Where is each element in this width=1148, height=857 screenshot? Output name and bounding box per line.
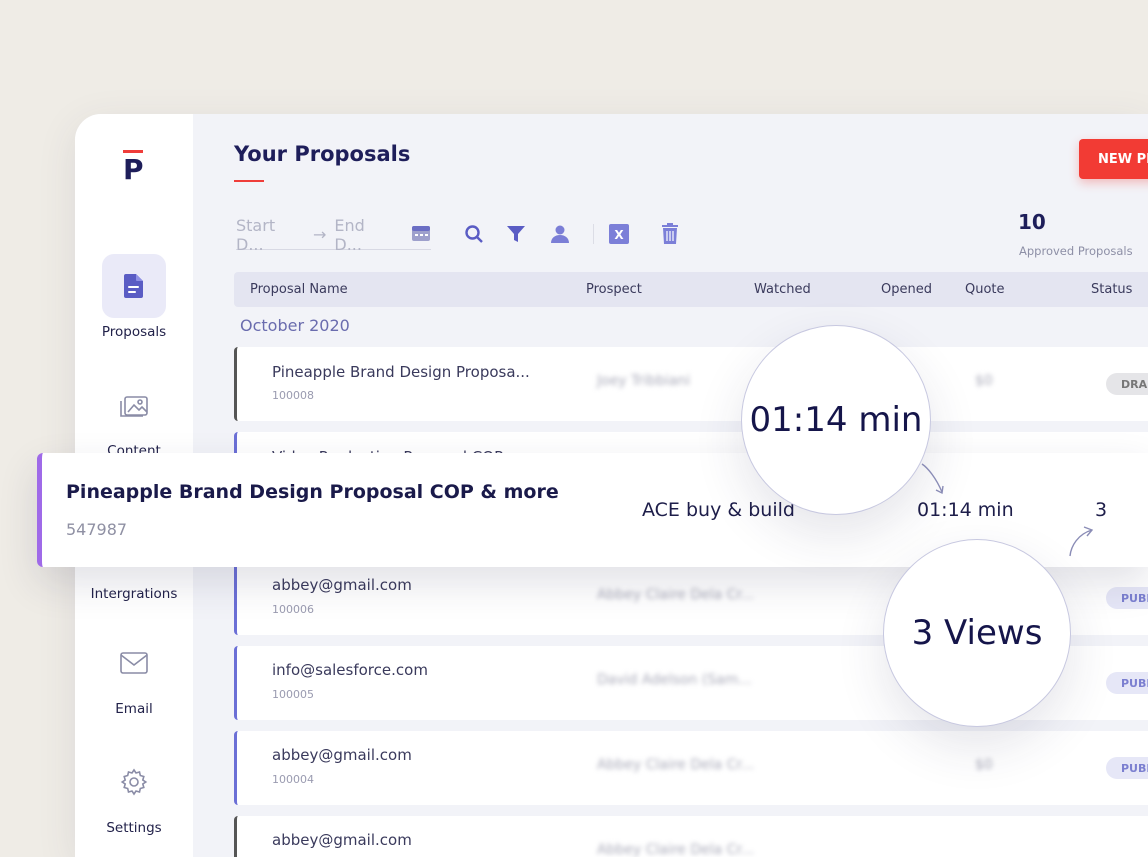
sidebar-item-email[interactable]: Email [75, 631, 193, 717]
col-prospect[interactable]: Prospect [586, 282, 642, 297]
highlight-opened: 3 [1095, 499, 1108, 521]
table-header: Proposal Name Prospect Watched Opened Qu… [234, 272, 1148, 307]
gear-icon [102, 750, 166, 814]
row-quote: $0 [975, 373, 993, 389]
table-row[interactable]: abbey@gmail.com Abbey Claire Dela Cr... [234, 816, 1148, 857]
toolbar-divider [593, 224, 594, 244]
image-gallery-icon [102, 373, 166, 437]
table-row[interactable]: abbey@gmail.com 100004 Abbey Claire Dela… [234, 731, 1148, 805]
table-row[interactable]: Pineapple Brand Design Proposa... 100008… [234, 347, 1148, 421]
approved-label: Approved Proposals [1019, 244, 1133, 258]
range-arrow: → [312, 225, 327, 244]
highlight-id: 547987 [66, 520, 128, 539]
col-status[interactable]: Status [1091, 282, 1132, 297]
watched-arrow-icon [921, 463, 944, 495]
sidebar-label-proposals: Proposals [101, 324, 167, 340]
row-name: info@salesforce.com [272, 661, 428, 679]
status-badge: DRAFT [1106, 373, 1148, 395]
row-name: abbey@gmail.com [272, 831, 412, 849]
mail-icon [102, 631, 166, 695]
end-date-input[interactable]: End D... [334, 216, 395, 254]
row-prospect: David Adelson (Sam... [597, 672, 752, 688]
highlight-title: Pineapple Brand Design Proposal COP & mo… [66, 481, 559, 503]
row-prospect: Abbey Claire Dela Cr... [597, 842, 755, 857]
highlight-watched: 01:14 min [917, 499, 1014, 521]
user-icon[interactable] [548, 222, 572, 246]
date-range-picker[interactable]: Start D... → End D... [236, 216, 431, 254]
sidebar-label-email: Email [115, 701, 153, 717]
new-proposal-button[interactable]: NEW PROPOSAL [1079, 139, 1148, 179]
title-underline [234, 180, 264, 182]
col-watched[interactable]: Watched [754, 282, 811, 297]
row-id: 100006 [272, 603, 314, 616]
search-icon[interactable] [462, 222, 486, 246]
row-name: abbey@gmail.com [272, 746, 412, 764]
row-prospect: Abbey Claire Dela Cr... [597, 587, 755, 603]
row-id: 100008 [272, 389, 314, 402]
group-label: October 2020 [240, 316, 350, 335]
sidebar-label-integrations: Intergrations [90, 586, 178, 602]
sidebar-item-settings[interactable]: Settings [75, 750, 193, 836]
col-opened[interactable]: Opened [881, 282, 932, 297]
filter-icon[interactable] [504, 222, 528, 246]
row-name: abbey@gmail.com [272, 576, 412, 594]
views-arrow-icon [1069, 526, 1094, 557]
row-id: 100004 [272, 773, 314, 786]
col-quote[interactable]: Quote [965, 282, 1005, 297]
views-callout: 3 Views [883, 539, 1071, 727]
calendar-icon[interactable] [411, 224, 431, 246]
row-prospect: Joey Tribbiani [597, 373, 691, 389]
document-icon [102, 254, 166, 318]
col-proposal-name[interactable]: Proposal Name [250, 282, 348, 297]
status-badge: PUBLISHED [1106, 672, 1148, 694]
start-date-input[interactable]: Start D... [236, 216, 305, 254]
page-title: Your Proposals [234, 142, 411, 166]
logo-letter: P [123, 153, 144, 186]
brand-logo[interactable]: P [123, 150, 144, 190]
sidebar-item-proposals[interactable]: Proposals [75, 254, 193, 340]
status-badge: PUBLISHED [1106, 587, 1148, 609]
row-id: 100005 [272, 688, 314, 701]
row-name: Pineapple Brand Design Proposa... [272, 363, 530, 381]
watched-time-callout: 01:14 min [741, 325, 931, 515]
excel-icon[interactable]: X [607, 222, 631, 246]
svg-text:X: X [614, 228, 624, 242]
sidebar-label-settings: Settings [106, 820, 162, 836]
sidebar-item-content[interactable]: Content [75, 373, 193, 459]
trash-icon[interactable] [658, 222, 682, 246]
highlight-prospect: ACE buy & build [642, 499, 795, 521]
approved-count: 10 [1018, 210, 1046, 234]
row-prospect: Abbey Claire Dela Cr... [597, 757, 755, 773]
status-badge: PUBLISHED [1106, 757, 1148, 779]
row-quote: $0 [975, 757, 993, 773]
